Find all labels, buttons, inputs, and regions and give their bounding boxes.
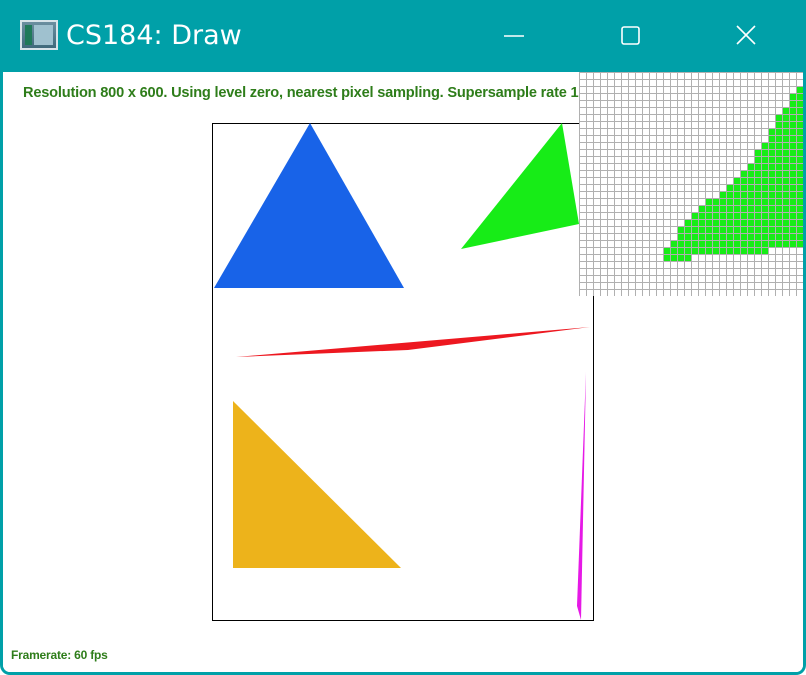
zoom-pixel-row (698, 205, 803, 212)
zoom-pixel-row (768, 135, 803, 142)
zoom-pixel-row (796, 86, 803, 93)
zoom-inspector (579, 72, 803, 296)
close-button[interactable] (721, 14, 771, 58)
zoom-pixel-row (782, 107, 803, 114)
maximize-button[interactable] (605, 14, 655, 58)
zoom-pixel-row (684, 219, 803, 226)
zoom-pixel-row (670, 240, 803, 247)
framerate-text: Framerate: 60 fps (11, 648, 108, 662)
minimize-icon (504, 35, 524, 37)
zoom-pixel-row (740, 170, 803, 177)
zoom-pixel-row (726, 184, 803, 191)
draw-canvas[interactable]: Resolution 800 x 600. Using level zero, … (3, 72, 803, 672)
info-text: Resolution 800 x 600. Using level zero, … (23, 85, 645, 101)
zoom-pixel-row (663, 247, 768, 254)
zoom-pixel-row (768, 128, 803, 135)
title-bar[interactable]: CS184: Draw (3, 0, 803, 72)
minimize-button[interactable] (491, 14, 541, 58)
app-window: CS184: Draw Resolution 800 x 600. Using … (0, 0, 806, 675)
close-icon (736, 25, 756, 45)
maximize-icon (621, 26, 640, 45)
window-title: CS184: Draw (66, 20, 242, 51)
app-window-icon (20, 20, 58, 50)
